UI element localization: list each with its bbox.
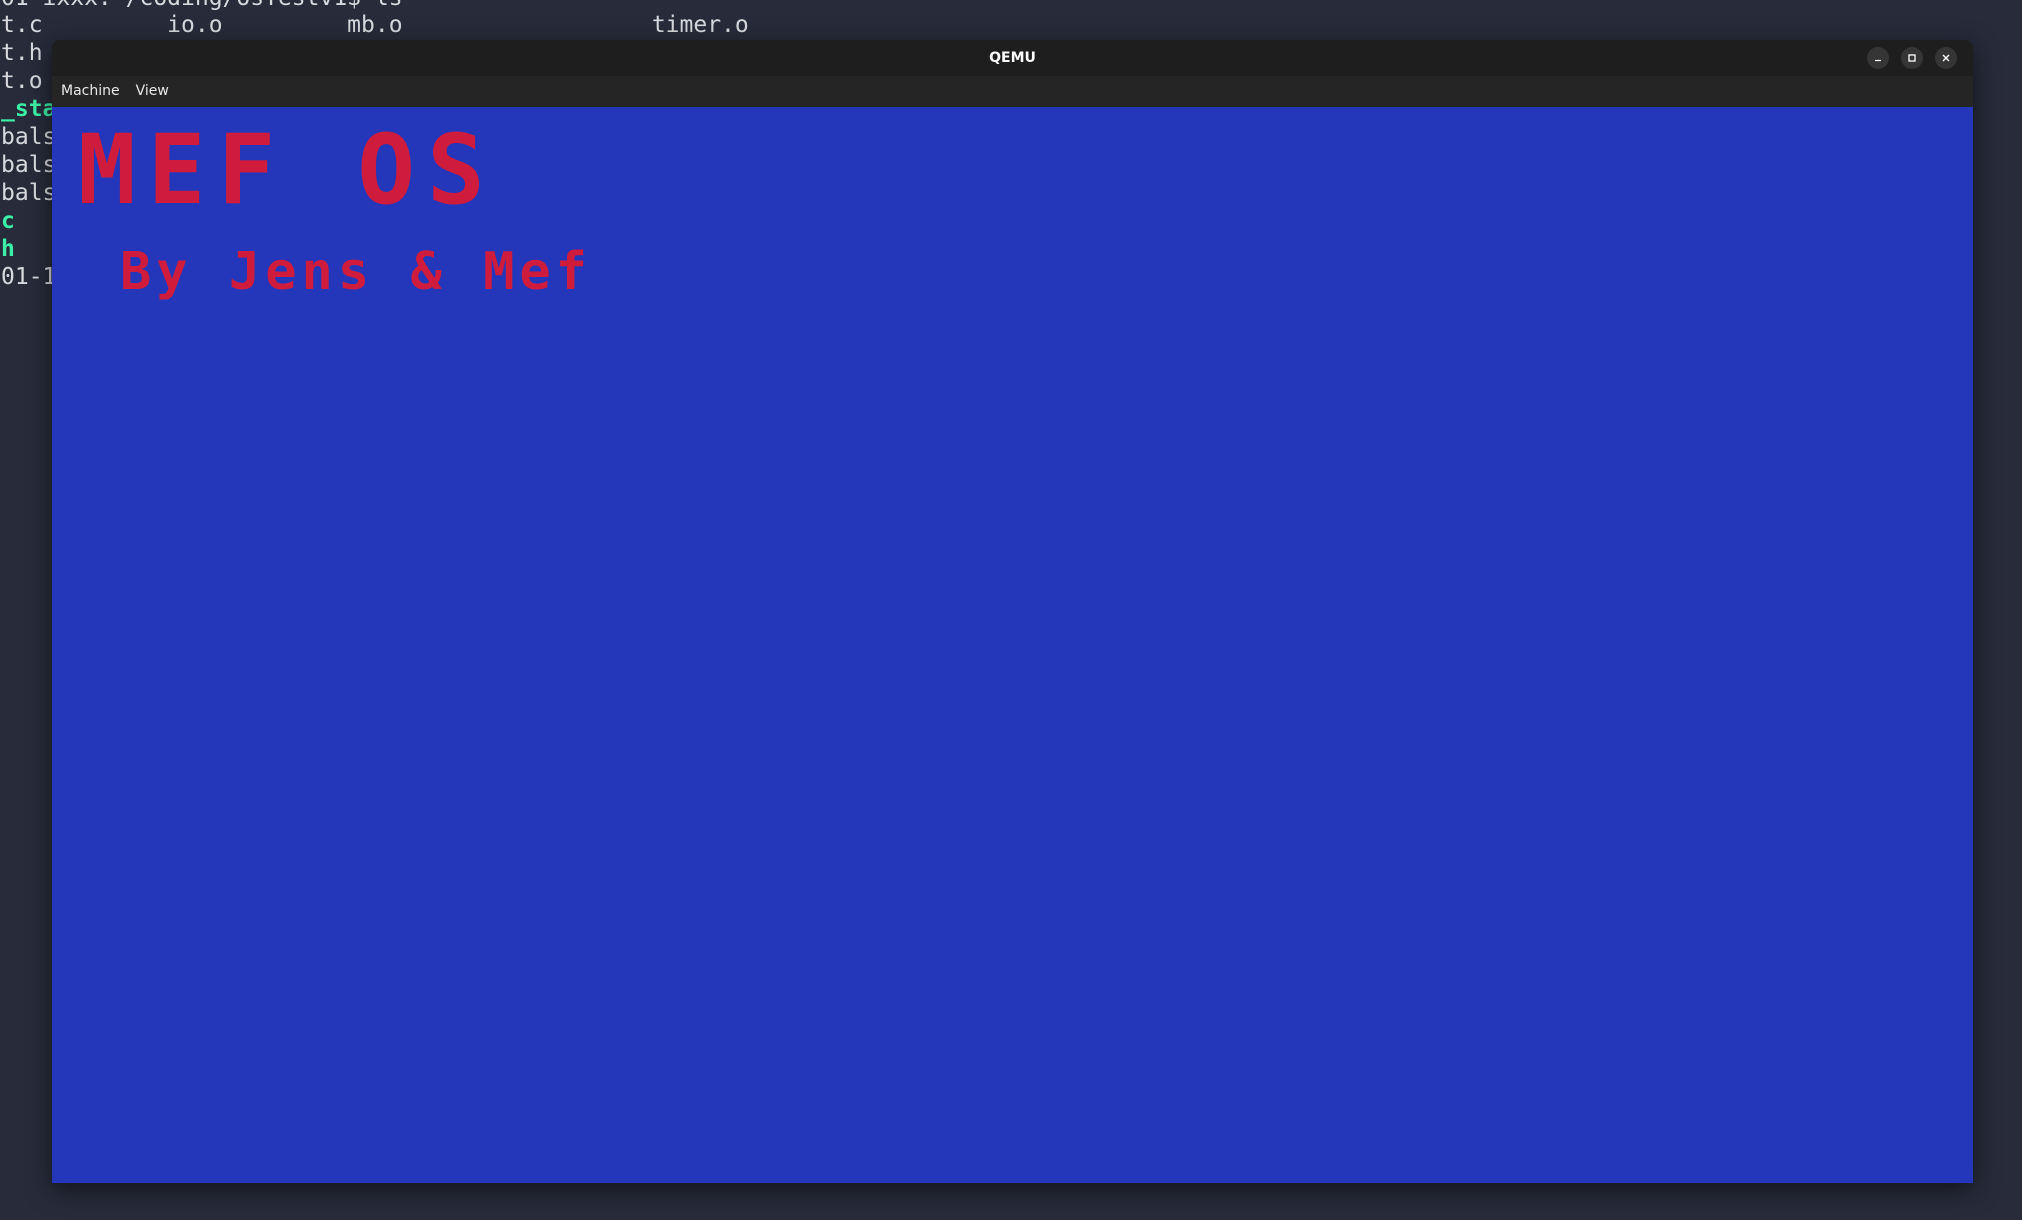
terminal-line: c [1,208,15,234]
window-title: QEMU [989,50,1036,66]
minimize-button[interactable] [1867,47,1889,69]
maximize-button[interactable] [1901,47,1923,69]
terminal-line: h [1,236,15,262]
close-icon [1942,54,1950,62]
terminal-line: t.c io.o mb.o timer.o [1,12,749,38]
close-button[interactable] [1935,47,1957,69]
terminal-line: t.h [1,40,43,66]
qemu-window: QEMU Machine View MEF OS By Jens & Mef [52,40,1973,1183]
vm-display[interactable]: MEF OS By Jens & Mef [52,107,1973,1183]
window-controls [1867,47,1957,69]
os-title: MEF OS [78,114,497,226]
terminal-line: bals [1,152,57,178]
terminal-line: bals [1,180,57,206]
menu-machine[interactable]: Machine [52,76,128,107]
menubar: Machine View [52,76,1973,107]
menu-view[interactable]: View [128,76,177,107]
os-subtitle: By Jens & Mef [120,242,592,302]
window-titlebar[interactable]: QEMU [52,40,1973,76]
maximize-icon [1908,54,1916,62]
terminal-line: _sta [1,96,57,122]
minimize-icon [1875,59,1881,62]
terminal-line: bals [1,124,57,150]
terminal-line: t.o [1,68,43,94]
terminal-line: 01-1 [1,264,57,290]
